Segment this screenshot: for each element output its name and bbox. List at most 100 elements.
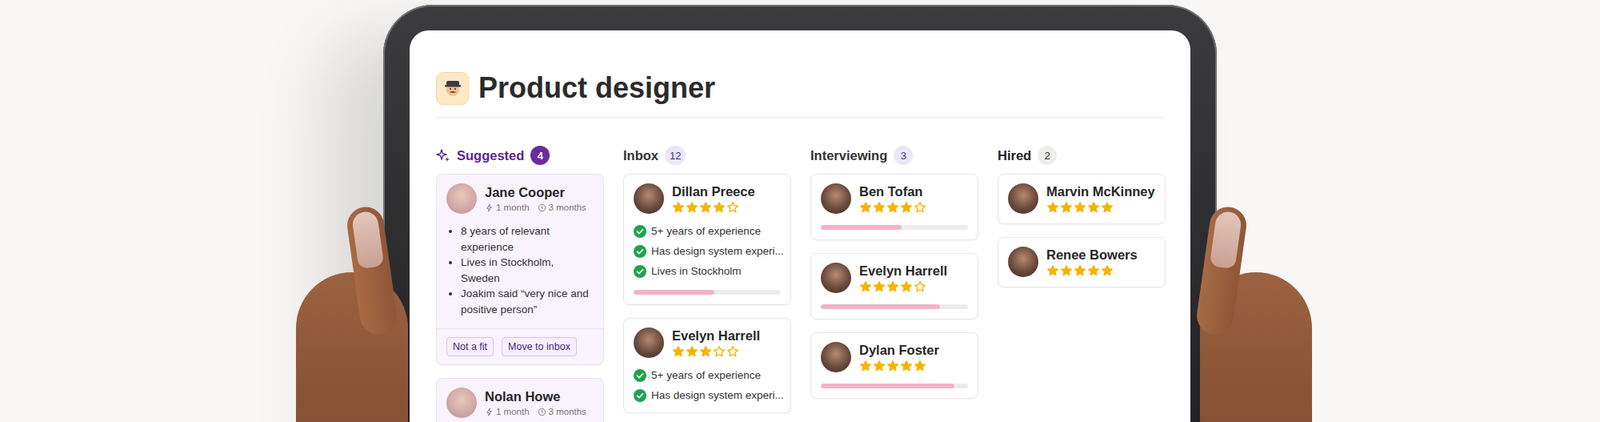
star-empty-icon xyxy=(712,344,726,358)
card-body: Evelyn Harrell 5+ years of experience Has … xyxy=(624,318,791,412)
avatar xyxy=(633,327,664,358)
sparkle-icon xyxy=(436,148,451,163)
candidate-name: Jane Cooper xyxy=(484,184,587,200)
candidate-card[interactable]: Ben Tofan xyxy=(810,173,979,240)
candidate-meta: 1 month3 months xyxy=(484,405,587,418)
star-filled-icon xyxy=(872,200,886,214)
card-header: Jane Cooper1 month3 months xyxy=(446,183,594,214)
candidate-info: Nolan Howe1 month3 months xyxy=(484,388,587,418)
job-icon xyxy=(436,72,469,105)
column-header: Inbox 12 xyxy=(623,144,792,166)
card-header: Nolan Howe1 month3 months xyxy=(446,387,594,418)
star-filled-icon xyxy=(900,200,913,214)
candidate-info: Evelyn Harrell xyxy=(672,327,760,358)
star-filled-icon xyxy=(886,359,900,372)
progress-fill xyxy=(820,304,940,309)
check-icon xyxy=(633,224,647,238)
star-filled-icon xyxy=(1073,200,1087,214)
star-rating xyxy=(1046,200,1156,214)
right-hand xyxy=(1160,0,1320,422)
criteria-item: 5+ years of experience xyxy=(633,223,781,239)
progress-bar xyxy=(820,304,968,309)
highlight-item: Lives in Stockholm, Sweden xyxy=(460,254,594,286)
progress-bar xyxy=(820,224,968,230)
avatar xyxy=(446,387,477,418)
board-column: Interviewing3Ben TofanEvelyn HarrellDyla… xyxy=(810,144,979,399)
star-filled-icon xyxy=(672,344,685,358)
card-body: Dylan Foster xyxy=(811,332,978,398)
star-filled-icon xyxy=(1100,200,1114,214)
star-filled-icon xyxy=(886,200,900,214)
candidate-card[interactable]: Dylan Foster xyxy=(810,332,979,399)
card-header: Renee Bowers xyxy=(1008,246,1156,277)
card-header: Dylan Foster xyxy=(820,341,968,372)
action-button[interactable]: Move to inbox xyxy=(501,336,577,356)
board-column: Hired2Marvin McKinneyRenee Bowers xyxy=(997,144,1166,288)
star-filled-icon xyxy=(712,200,726,214)
star-filled-icon xyxy=(699,200,712,214)
clock-icon xyxy=(537,203,547,212)
candidate-card[interactable]: Renee Bowers xyxy=(997,236,1166,288)
candidate-name: Dillan Preece xyxy=(672,183,756,200)
candidate-card[interactable]: Jane Cooper1 month3 months 8 years of rel… xyxy=(436,173,604,365)
progress-fill xyxy=(820,383,955,388)
highlights-list: 8 years of relevant experienceLives in S… xyxy=(446,223,594,317)
card-header: Evelyn Harrell xyxy=(633,327,781,358)
card-body: Renee Bowers xyxy=(998,237,1165,287)
star-filled-icon xyxy=(859,280,872,293)
star-filled-icon xyxy=(872,359,886,372)
meta-item: 1 month xyxy=(484,201,530,214)
candidate-card[interactable]: Marvin McKinney xyxy=(997,173,1166,224)
column-title: Interviewing xyxy=(810,148,888,164)
star-filled-icon xyxy=(1073,264,1087,277)
candidate-card[interactable]: Evelyn Harrell xyxy=(810,252,979,320)
criteria-item: Lives in Stockholm xyxy=(633,263,781,279)
candidate-info: Marvin McKinney xyxy=(1046,183,1156,214)
avatar xyxy=(446,183,477,214)
check-icon xyxy=(633,244,647,258)
progress-bar xyxy=(820,383,968,388)
progress-bar xyxy=(633,289,781,295)
check-icon xyxy=(633,368,647,382)
card-body: Marvin McKinney xyxy=(998,174,1165,224)
candidate-name: Evelyn Harrell xyxy=(859,262,948,279)
avatar xyxy=(820,183,852,214)
check-icon xyxy=(633,264,647,278)
card-list: Ben Tofan Evelyn Harrell Dylan Foster xyxy=(810,173,979,399)
star-filled-icon xyxy=(699,344,712,358)
card-header: Ben Tofan xyxy=(820,183,968,214)
column-header: Suggested4 xyxy=(436,144,604,166)
board-column: Inbox 12 Dillan Preece 5+ years of experien… xyxy=(623,144,792,413)
meta-item: 3 months xyxy=(537,405,587,418)
avatar xyxy=(1008,246,1039,277)
candidate-name: Renee Bowers xyxy=(1046,246,1138,263)
clock-icon xyxy=(537,407,547,416)
star-rating xyxy=(672,344,760,358)
action-button[interactable]: Not a fit xyxy=(446,336,494,356)
star-rating xyxy=(859,359,940,372)
star-filled-icon xyxy=(900,359,913,372)
star-filled-icon xyxy=(685,200,699,214)
job-title: Product designer xyxy=(478,70,716,106)
candidate-info: Dylan Foster xyxy=(859,341,940,372)
candidate-name: Dylan Foster xyxy=(859,341,940,358)
candidate-card[interactable]: Evelyn Harrell 5+ years of experience Has … xyxy=(623,317,792,413)
star-empty-icon xyxy=(726,344,740,358)
candidate-name: Nolan Howe xyxy=(484,388,587,404)
star-rating xyxy=(859,200,927,214)
bolt-icon xyxy=(484,203,494,212)
column-title: Inbox xyxy=(623,148,659,164)
column-count-badge: 12 xyxy=(664,145,686,165)
candidate-info: Ben Tofan xyxy=(859,183,927,214)
star-filled-icon xyxy=(886,280,900,293)
star-rating xyxy=(859,280,948,293)
criteria-list: 5+ years of experienceHas design system … xyxy=(633,223,781,279)
candidate-meta: 1 month3 months xyxy=(484,201,587,214)
card-list: Marvin McKinney Renee Bowers xyxy=(997,173,1166,288)
column-count-badge: 4 xyxy=(530,145,550,165)
criteria-item: 5+ years of experience xyxy=(633,367,781,383)
card-header: Evelyn Harrell xyxy=(820,262,968,293)
candidate-card[interactable]: Dillan Preece 5+ years of experienceHas d… xyxy=(623,173,792,305)
candidate-card[interactable]: Nolan Howe1 month3 months xyxy=(436,377,604,422)
criteria-item: Has design system experi... xyxy=(633,387,781,403)
